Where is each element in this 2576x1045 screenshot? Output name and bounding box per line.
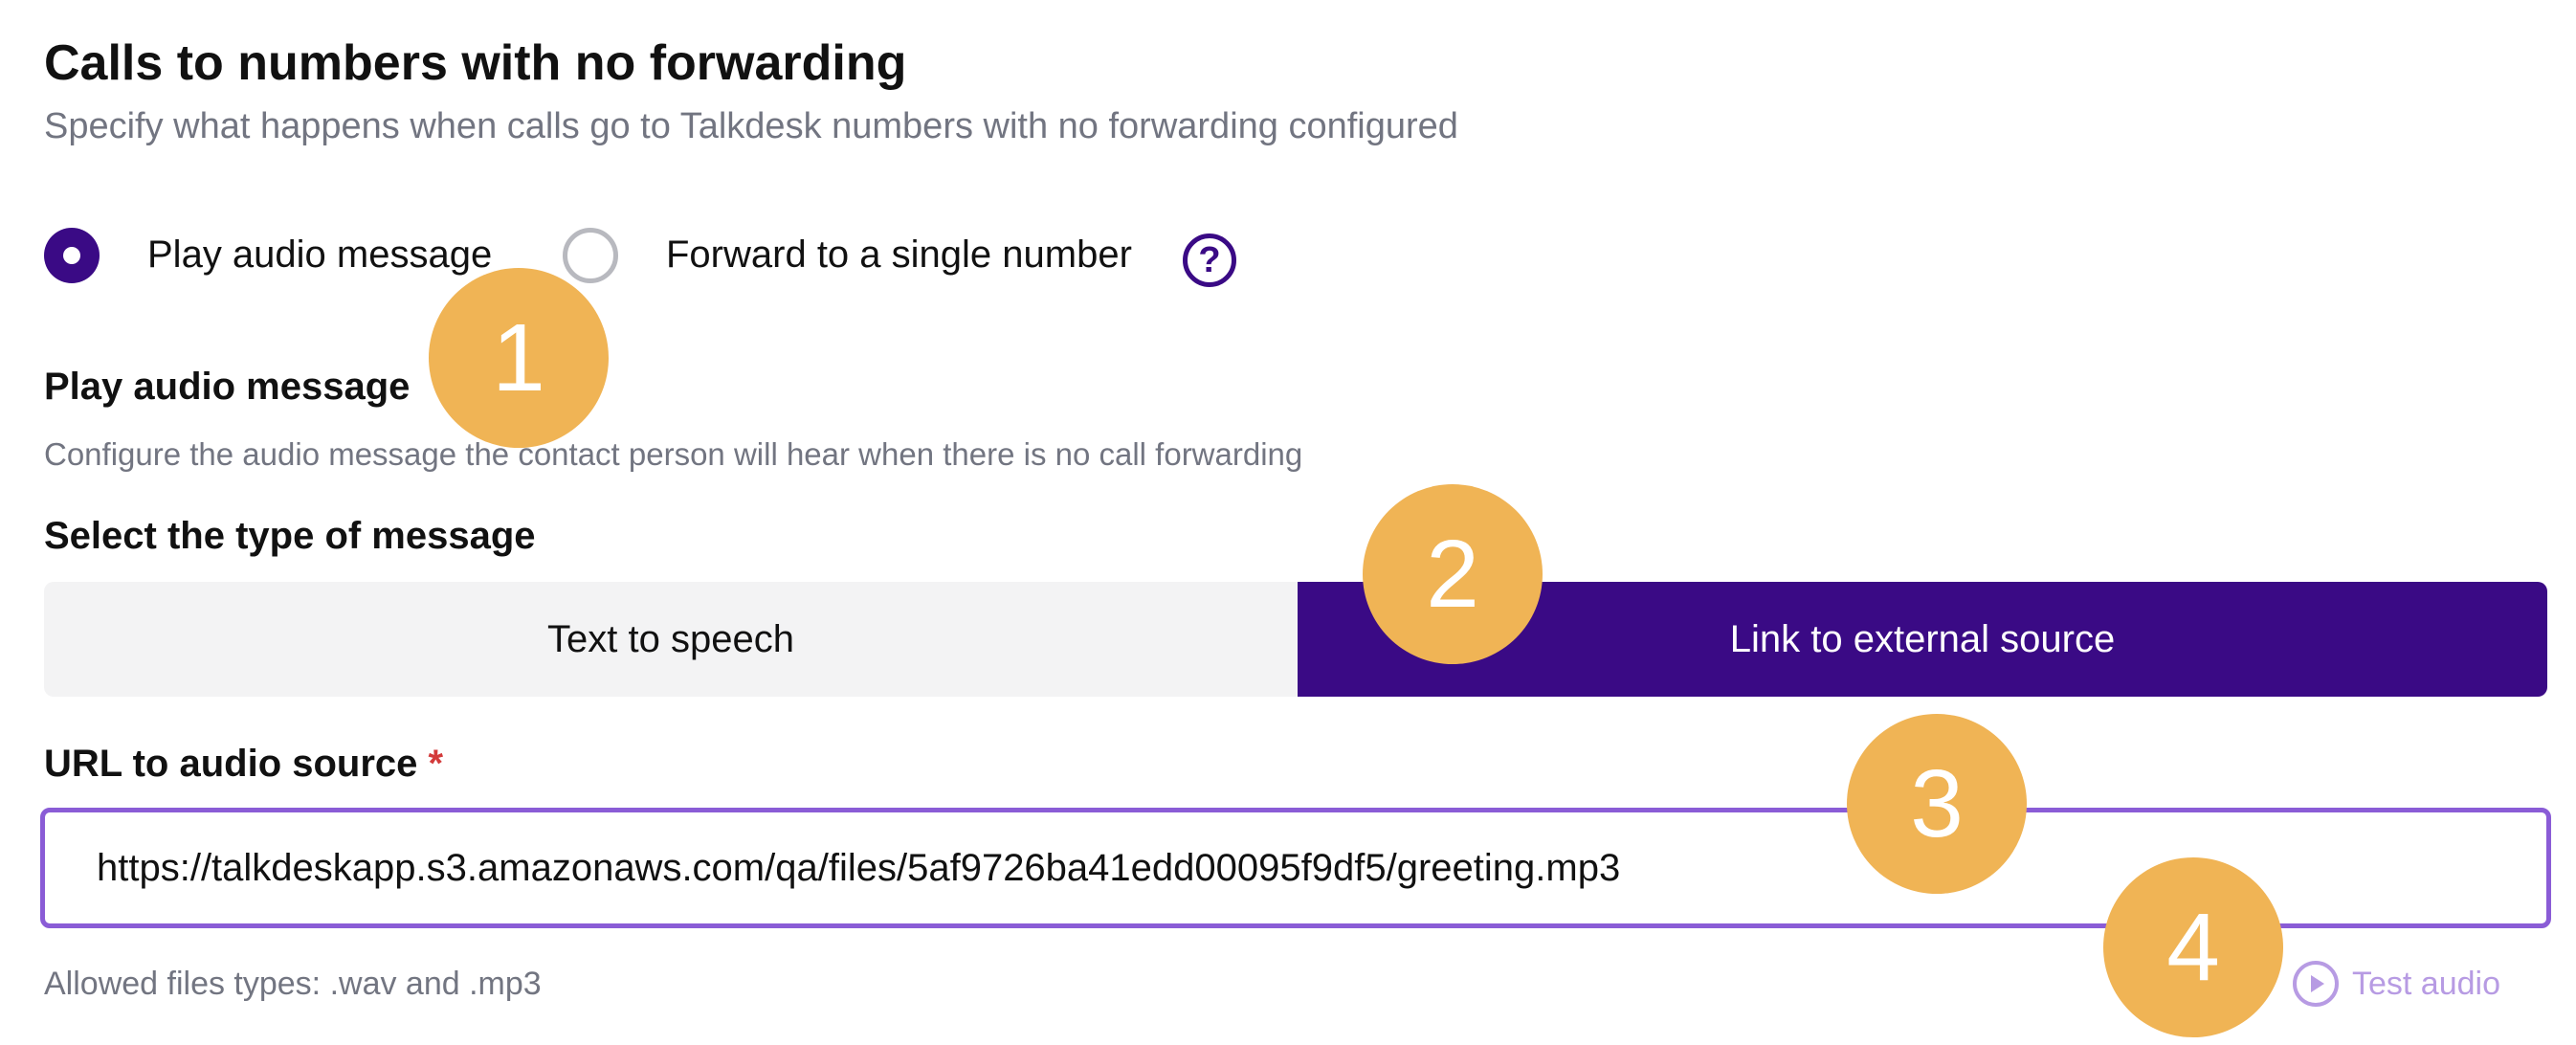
radio-forward-label[interactable]: Forward to a single number xyxy=(666,228,1132,281)
message-type-segmented-control: Text to speech Link to external source xyxy=(44,582,2547,697)
section-description: Configure the audio message the contact … xyxy=(44,436,1303,472)
callout-badge-2: 2 xyxy=(1363,484,1543,664)
url-label-text: URL to audio source xyxy=(44,743,418,785)
callout-badge-3: 3 xyxy=(1847,714,2027,894)
option-text-to-speech[interactable]: Text to speech xyxy=(44,582,1298,697)
url-input-value[interactable]: https://talkdeskapp.s3.amazonaws.com/qa/… xyxy=(97,812,1620,923)
page-title: Calls to numbers with no forwarding xyxy=(44,35,907,91)
callout-badge-4: 4 xyxy=(2103,857,2283,1037)
section-title-play-audio: Play audio message xyxy=(44,366,411,408)
page-subtitle: Specify what happens when calls go to Ta… xyxy=(44,106,1458,146)
radio-play-audio[interactable] xyxy=(44,228,100,283)
test-audio-button[interactable]: Test audio xyxy=(2293,957,2500,1011)
url-field-label: URL to audio source * xyxy=(44,737,443,790)
play-circle-icon xyxy=(2293,961,2339,1007)
test-audio-label: Test audio xyxy=(2352,966,2500,1002)
callout-badge-1: 1 xyxy=(429,268,609,448)
allowed-file-types-hint: Allowed files types: .wav and .mp3 xyxy=(44,966,542,1002)
help-icon[interactable]: ? xyxy=(1183,233,1236,287)
required-marker: * xyxy=(428,743,444,785)
message-type-label: Select the type of message xyxy=(44,515,536,557)
radio-play-audio-label[interactable]: Play audio message xyxy=(147,228,492,281)
radio-forward-single-number[interactable] xyxy=(563,228,618,283)
